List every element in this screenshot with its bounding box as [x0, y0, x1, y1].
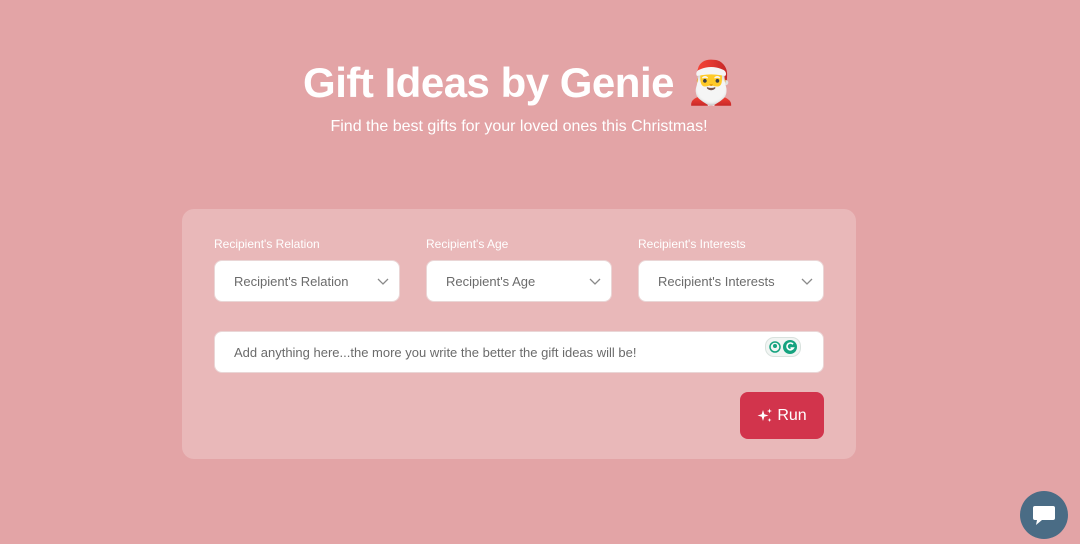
chat-widget-button[interactable]	[1020, 491, 1068, 539]
chevron-down-icon	[377, 278, 389, 285]
run-button[interactable]: Run	[740, 392, 824, 439]
interests-label: Recipient's Interests	[638, 237, 746, 251]
relation-select[interactable]: Recipient's Relation	[214, 260, 400, 302]
notes-input-placeholder: Add anything here...the more you write t…	[234, 345, 637, 360]
notes-input[interactable]: Add anything here...the more you write t…	[214, 331, 824, 373]
page-title: Gift Ideas by Genie 🎅	[0, 58, 1040, 108]
interests-select-placeholder: Recipient's Interests	[658, 274, 775, 289]
chat-bubble-icon	[1033, 506, 1055, 525]
grammarly-glyph-icon	[769, 340, 797, 354]
chevron-down-icon	[589, 278, 601, 285]
interests-select[interactable]: Recipient's Interests	[638, 260, 824, 302]
age-label: Recipient's Age	[426, 237, 509, 251]
chevron-down-icon	[801, 278, 813, 285]
page-title-text: Gift Ideas by Genie	[303, 59, 674, 106]
relation-select-placeholder: Recipient's Relation	[234, 274, 349, 289]
relation-label: Recipient's Relation	[214, 237, 320, 251]
page-subtitle: Find the best gifts for your loved ones …	[330, 118, 708, 135]
sparkles-icon	[757, 408, 773, 422]
gift-form-card: Recipient's Relation Recipient's Relatio…	[182, 209, 856, 459]
age-select[interactable]: Recipient's Age	[426, 260, 612, 302]
run-button-label: Run	[777, 406, 807, 424]
santa-emoji-icon: 🎅	[685, 58, 737, 107]
age-select-placeholder: Recipient's Age	[446, 274, 536, 289]
grammarly-icon[interactable]	[765, 337, 801, 357]
